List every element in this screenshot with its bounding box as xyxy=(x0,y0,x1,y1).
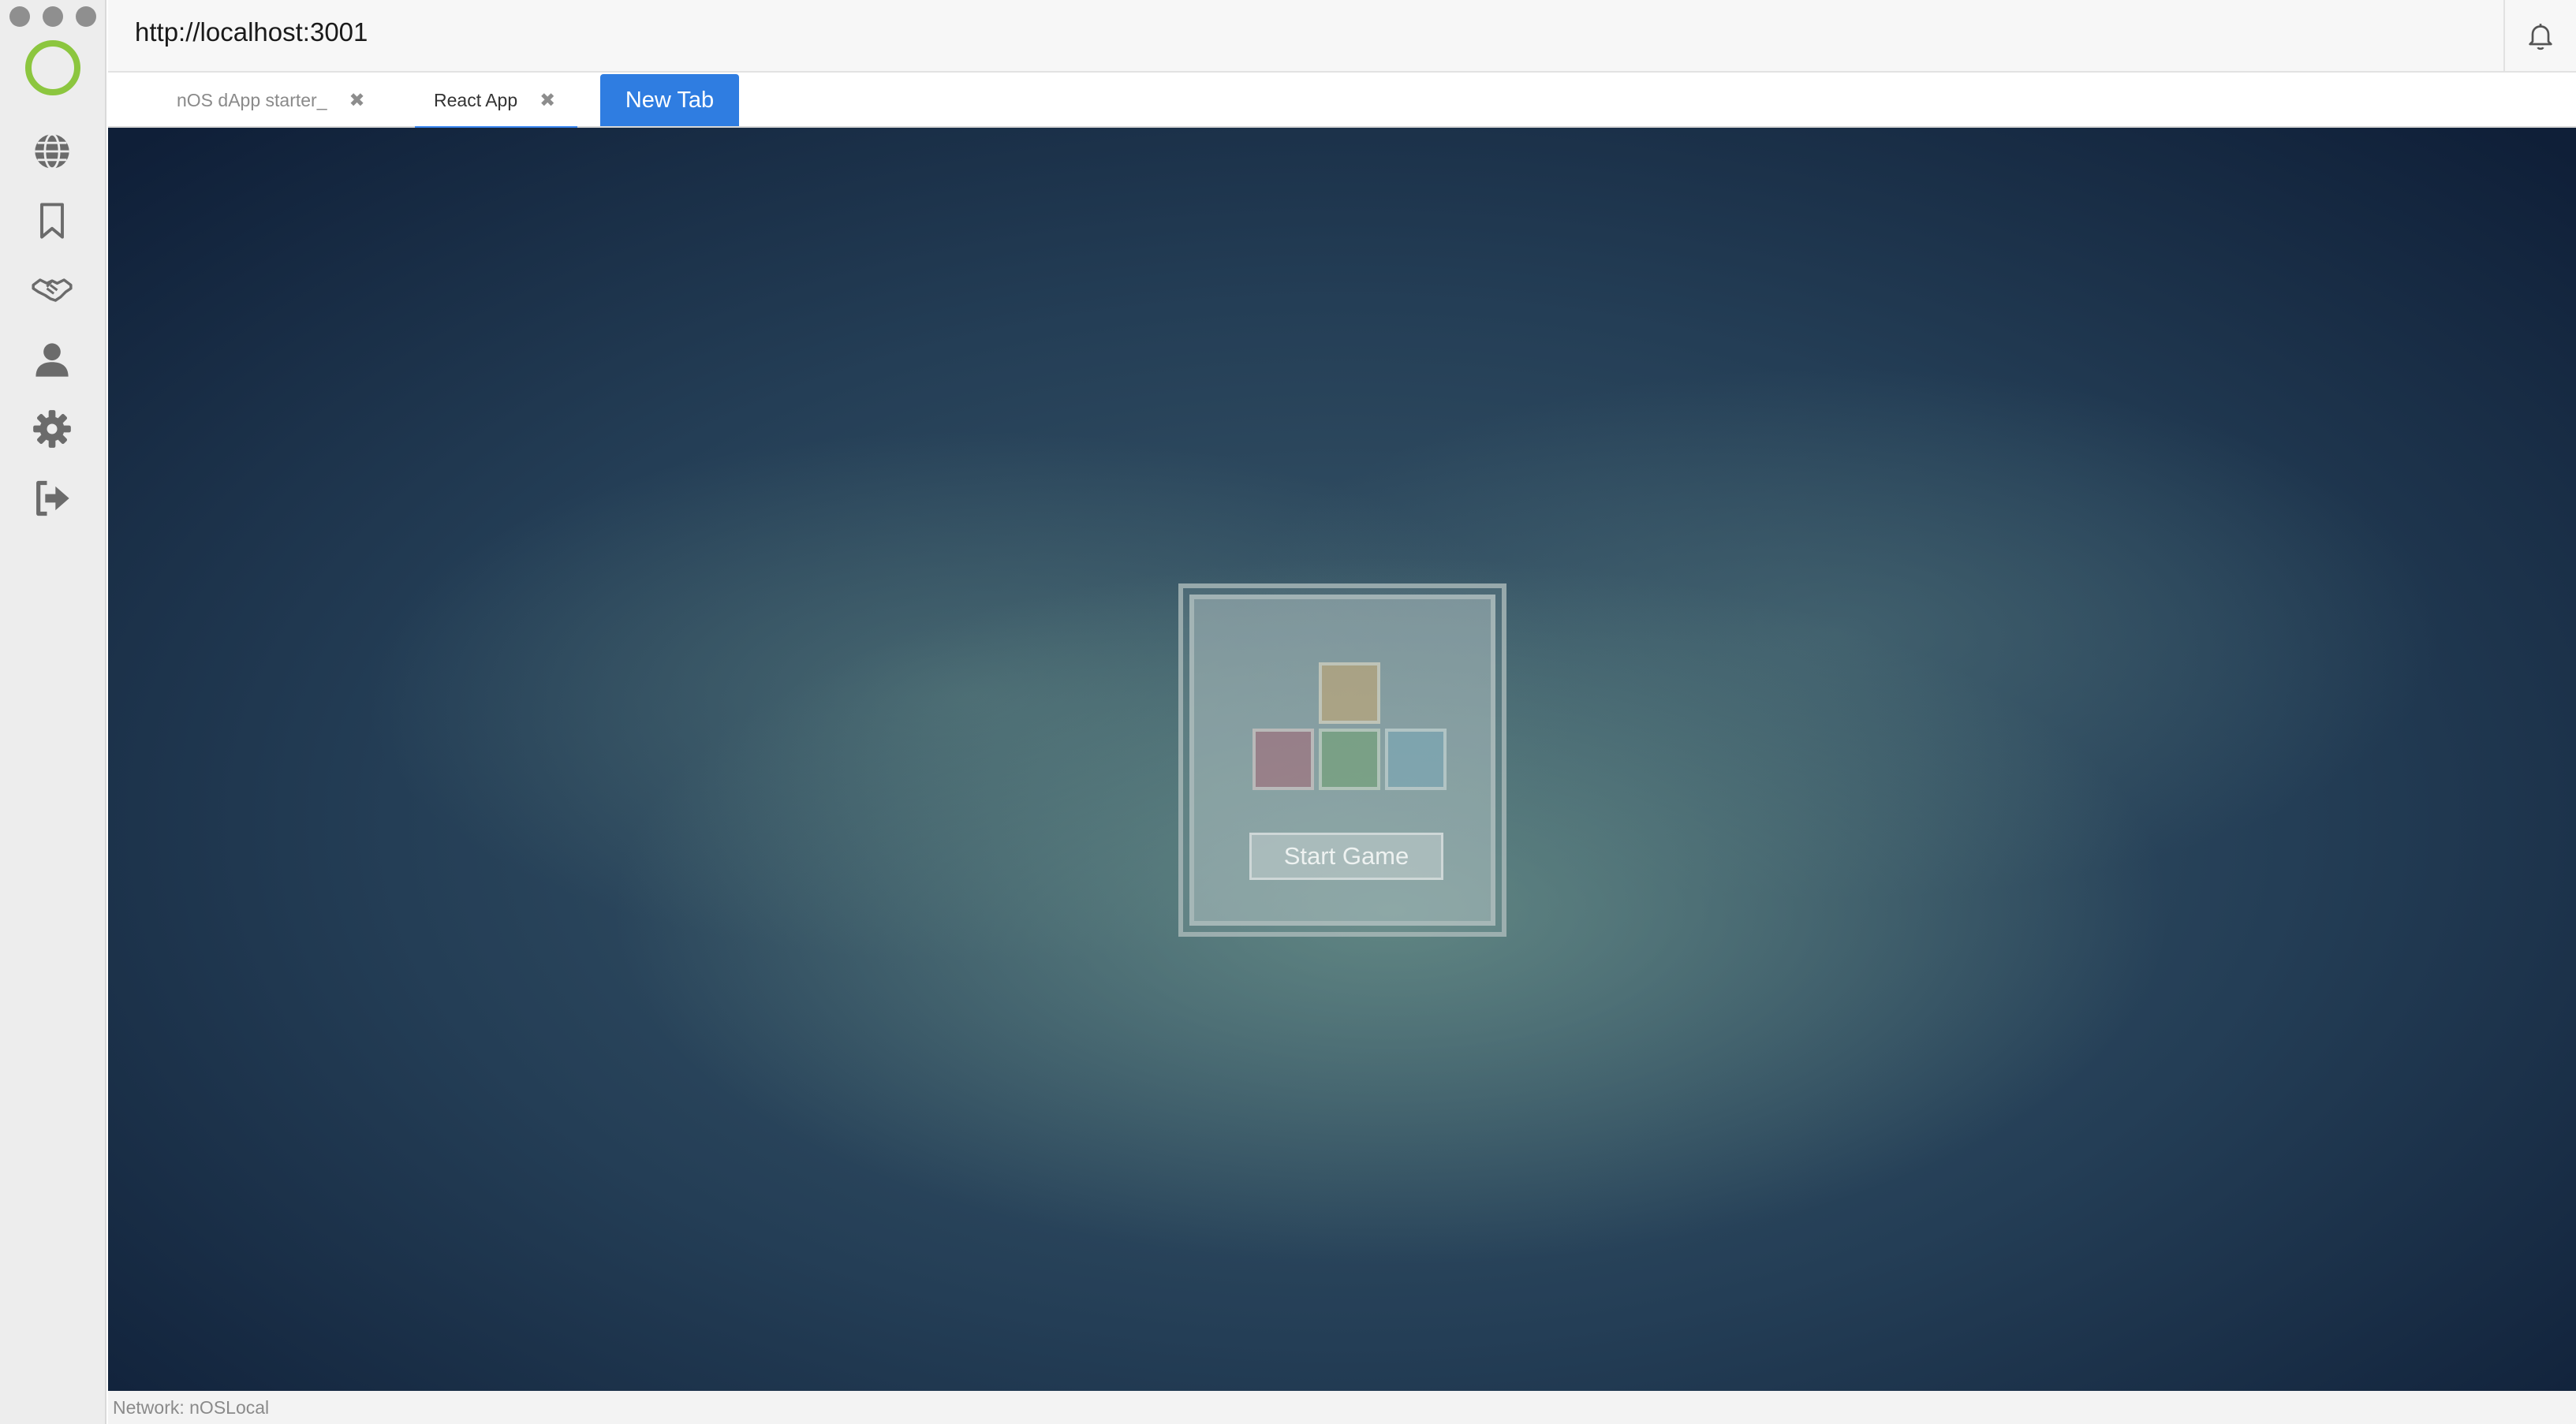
tetromino-block-middle xyxy=(1319,729,1380,790)
notifications-button[interactable] xyxy=(2503,0,2576,73)
bookmark-icon xyxy=(40,203,64,239)
url-field[interactable]: http://localhost:3001 xyxy=(135,17,368,47)
game-start-panel: Start Game xyxy=(1178,583,1506,937)
game-inner-panel: Start Game xyxy=(1189,595,1495,926)
bell-icon xyxy=(2529,24,2552,50)
sidebar-item-browser[interactable] xyxy=(28,128,76,175)
network-status: Network: nOSLocal xyxy=(113,1396,270,1418)
minimize-window-button[interactable] xyxy=(43,6,63,27)
tab-nos-dapp-starter[interactable]: nOS dApp starter_ ✖ xyxy=(177,73,365,128)
tetromino-block-top xyxy=(1319,662,1380,724)
sidebar-item-bookmarks[interactable] xyxy=(28,197,76,244)
sidebar-item-account[interactable] xyxy=(28,336,76,383)
gear-icon xyxy=(33,410,71,448)
sidebar-item-exchange[interactable] xyxy=(28,267,76,314)
sidebar-item-logout[interactable] xyxy=(28,475,76,522)
logout-icon xyxy=(36,480,69,516)
browser-window: http://localhost:3001 nOS dApp starter_ … xyxy=(0,0,2576,1424)
close-tab-icon[interactable]: ✖ xyxy=(349,89,365,112)
maximize-window-button[interactable] xyxy=(76,6,96,27)
status-bar: Network: nOSLocal xyxy=(108,1391,2576,1424)
sidebar-item-settings[interactable] xyxy=(28,405,76,453)
new-tab-button[interactable]: New Tab xyxy=(600,74,739,126)
close-window-button[interactable] xyxy=(9,6,30,27)
start-game-button[interactable]: Start Game xyxy=(1249,833,1443,880)
tab-strip: nOS dApp starter_ ✖ React App ✖ New Tab xyxy=(108,73,2576,129)
sidebar xyxy=(0,0,106,1424)
tab-label: React App xyxy=(434,89,518,110)
tab-label: nOS dApp starter_ xyxy=(177,89,327,110)
nos-logo[interactable] xyxy=(25,40,80,95)
web-content: Start Game xyxy=(108,128,2576,1391)
handshake-icon xyxy=(32,278,73,302)
globe-icon xyxy=(35,132,69,170)
address-bar: http://localhost:3001 xyxy=(108,0,2576,73)
window-controls xyxy=(9,6,96,27)
user-icon xyxy=(35,343,69,377)
close-tab-icon[interactable]: ✖ xyxy=(539,89,555,112)
tetromino-block-left xyxy=(1253,729,1314,790)
tab-react-app[interactable]: React App ✖ xyxy=(414,73,578,129)
tetromino-block-right xyxy=(1385,729,1447,790)
